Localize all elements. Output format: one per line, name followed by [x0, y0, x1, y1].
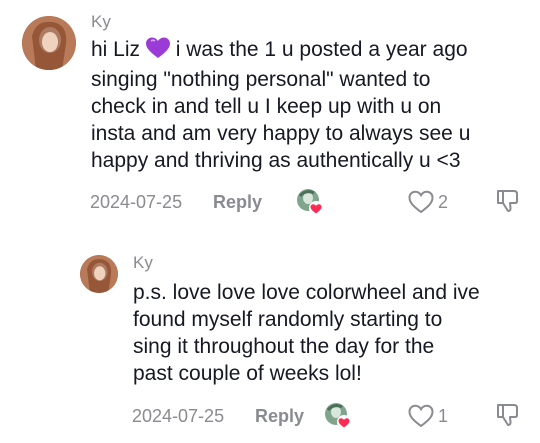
comment-date: 2024-07-25	[132, 406, 225, 426]
heart-outline-icon	[408, 404, 434, 428]
reply-button[interactable]: Reply	[255, 406, 304, 427]
comment-meta: 2024-07-25 Reply 2	[90, 188, 530, 218]
liked-by-creator-badge	[296, 188, 323, 215]
comment: Ky hi Liz i was the 1 u posted a year ag…	[0, 0, 540, 225]
comment-date: 2024-07-25	[90, 192, 183, 212]
dislike-button[interactable]	[495, 402, 523, 430]
avatar[interactable]	[80, 255, 118, 293]
like-button[interactable]: 2	[408, 188, 458, 216]
thumbs-down-icon	[497, 190, 518, 212]
avatar-photo-icon	[80, 255, 118, 293]
like-count: 2	[438, 192, 449, 212]
dislike-button[interactable]	[495, 188, 523, 216]
comment-text: p.s. love love love colorwheel and ive f…	[133, 281, 480, 385]
avatar[interactable]	[22, 16, 76, 70]
comment-text: hi Liz i was the 1 u posted a year ago s…	[91, 36, 531, 174]
avatar-photo-icon	[22, 16, 76, 70]
like-button[interactable]: 1	[408, 402, 458, 430]
comment-meta: 2024-07-25 Reply 1	[132, 402, 532, 432]
comment-author[interactable]: Ky	[91, 12, 111, 32]
like-count: 1	[438, 406, 449, 426]
thumbs-down-icon	[497, 404, 518, 426]
liked-by-creator-badge	[324, 402, 351, 429]
comment-author[interactable]: Ky	[133, 253, 153, 273]
reply-comment: Ky p.s. love love love colorwheel and iv…	[0, 240, 540, 440]
heart-outline-icon	[408, 190, 434, 214]
reply-button[interactable]: Reply	[213, 192, 262, 213]
comment-text-start: hi Liz	[91, 38, 146, 61]
purple-heart-icon	[145, 37, 170, 66]
